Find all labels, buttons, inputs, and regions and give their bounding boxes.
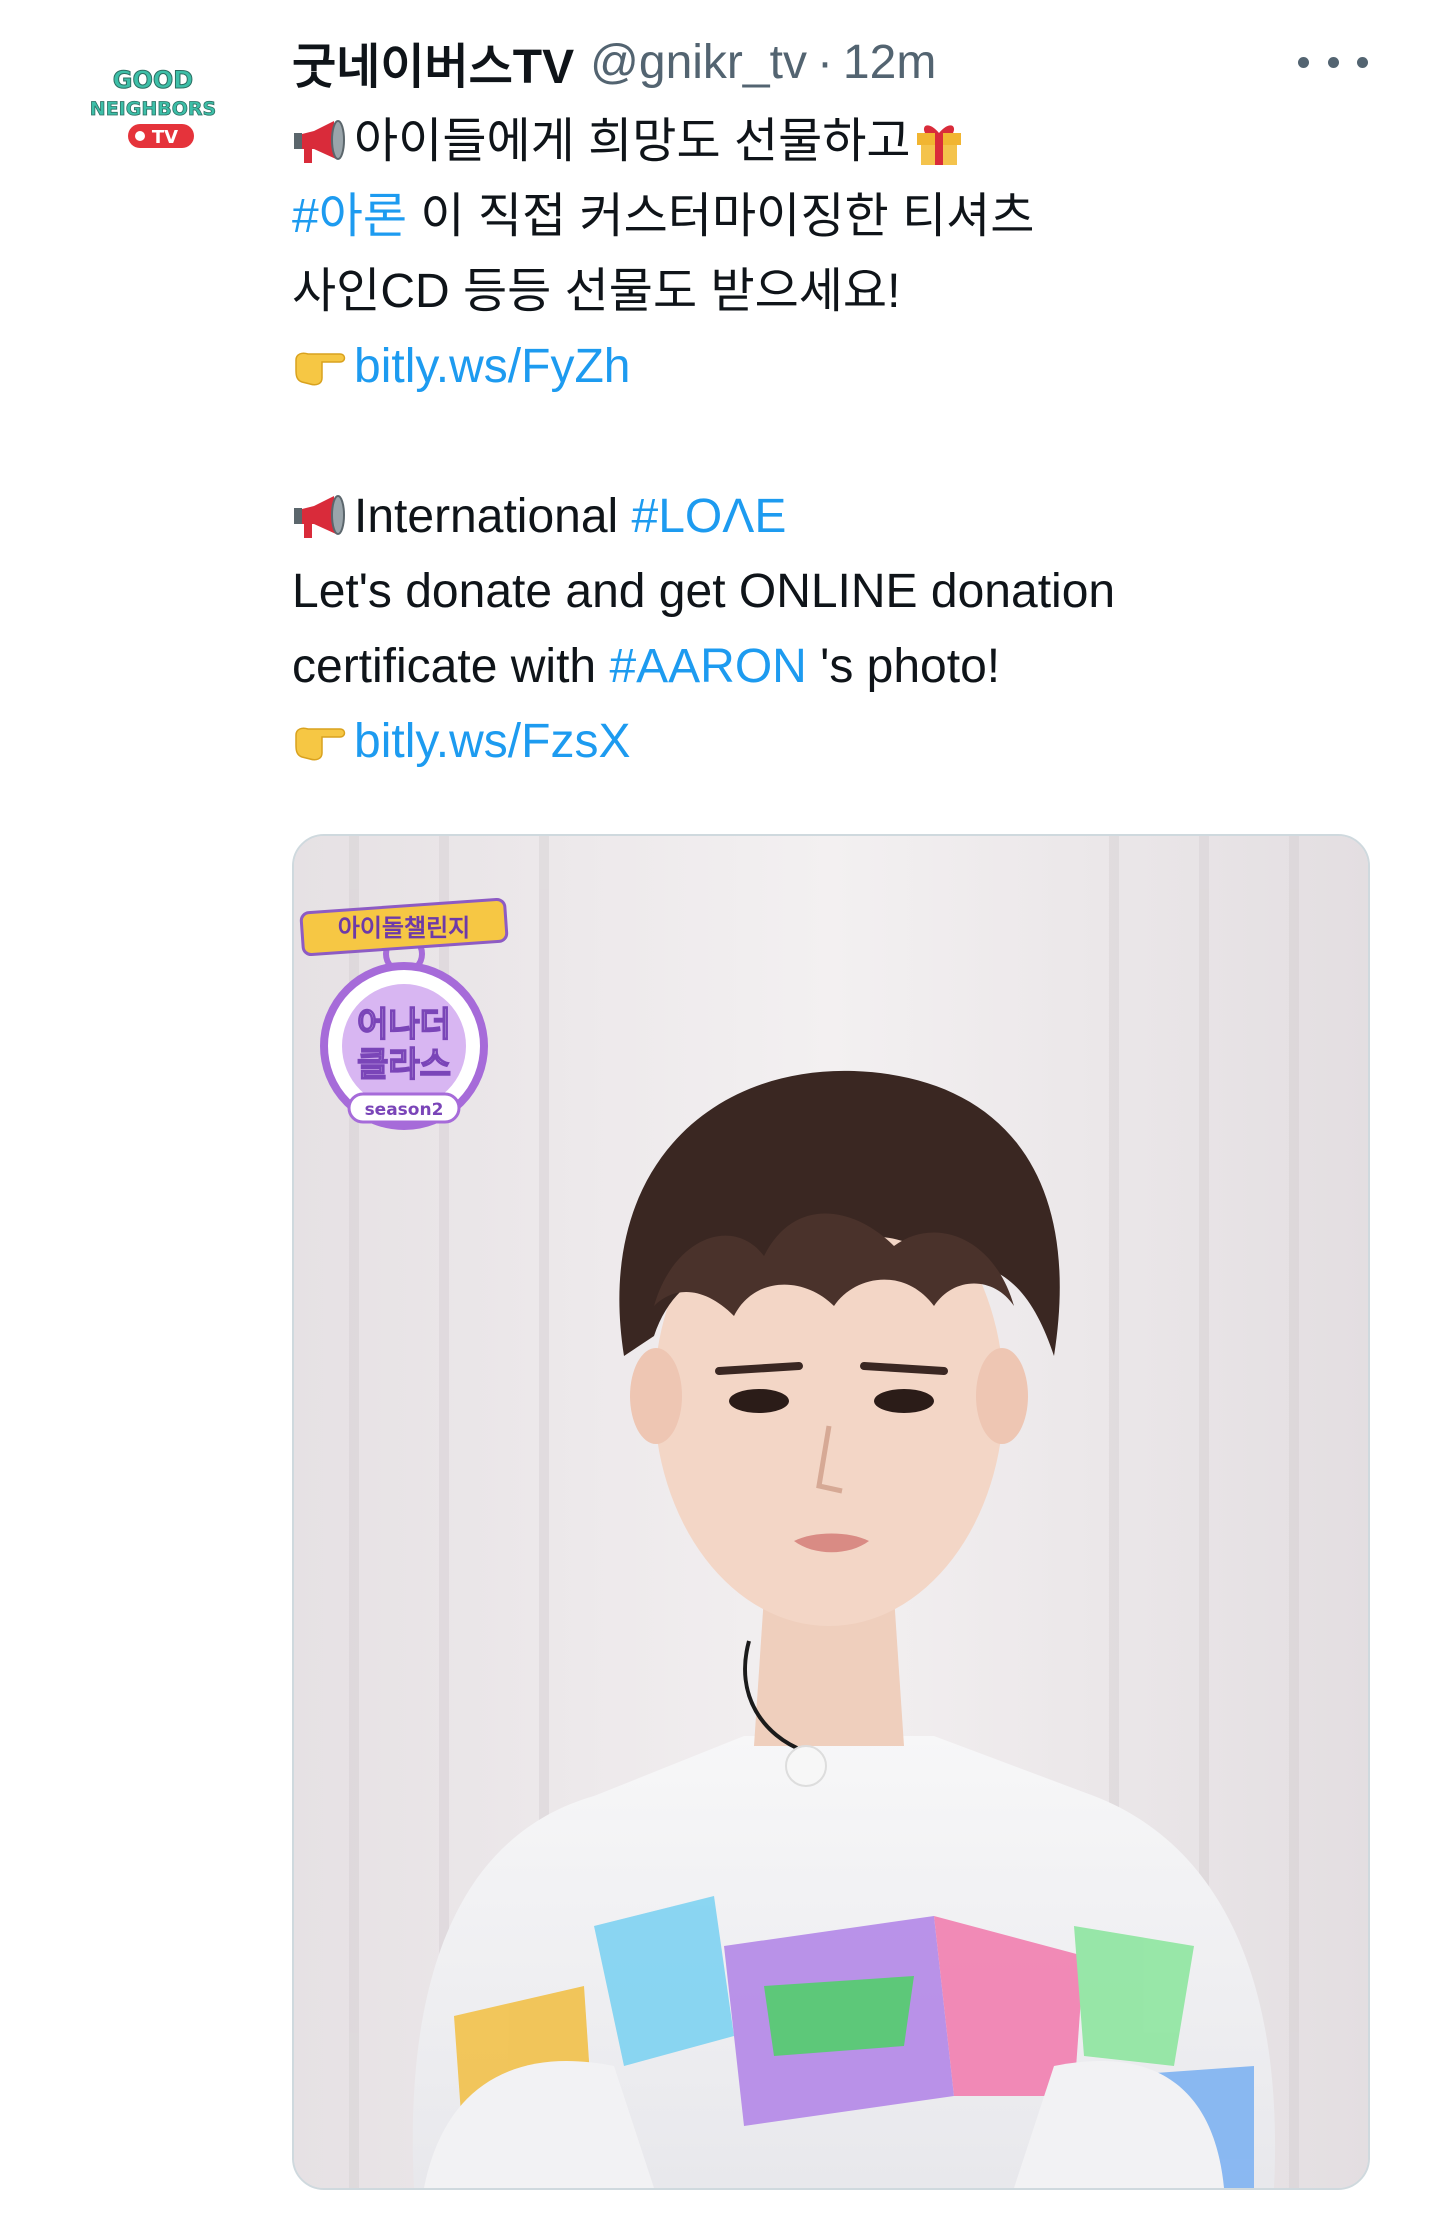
more-dot [1357, 56, 1368, 68]
hashtag-link[interactable]: #LOΛE [632, 490, 787, 543]
pointing-right-icon [292, 342, 348, 390]
timestamp[interactable]: 12m [843, 35, 936, 90]
badge-title-line2: 클라스 [357, 1045, 451, 1085]
tweet-line: Let's donate and get ONLINE donation [292, 565, 1116, 618]
tweet-line: #아론 이 직접 커스터마이징한 티셔츠 [292, 179, 1372, 254]
tweet-line: certificate with #AARON 's photo! [292, 629, 1372, 704]
korean-line2: 이 직접 커스터마이징한 티셔츠 [407, 190, 1035, 243]
tweet-line: bitly.ws/FyZh [292, 329, 1372, 404]
avatar[interactable]: GOOD NEIGHBORS TV [58, 18, 248, 208]
megaphone-icon [292, 117, 348, 165]
tweet[interactable]: GOOD NEIGHBORS TV 굿네이버스TV @gnikr_tv · 12… [0, 0, 1440, 2220]
tweet-line: 아이들에게 희망도 선물하고 [292, 104, 1372, 179]
display-name[interactable]: 굿네이버스TV [292, 27, 574, 97]
english-line1: International [354, 490, 632, 543]
tweet-photo[interactable]: 아이돌챌린지 어나더 클라스 season2 [292, 834, 1370, 2190]
short-link[interactable]: bitly.ws/FyZh [354, 340, 630, 393]
photo-illustration: 아이돌챌린지 어나더 클라스 season2 [294, 836, 1368, 2188]
user-handle[interactable]: @gnikr_tv [590, 35, 807, 90]
more-options-button[interactable] [1298, 42, 1368, 82]
good-neighbors-logo-icon: GOOD NEIGHBORS TV [59, 19, 247, 207]
pointing-right-icon [292, 717, 348, 765]
short-link[interactable]: bitly.ws/FzsX [354, 715, 630, 768]
hashtag-link[interactable]: #AARON [609, 640, 806, 693]
logo-tv: TV [152, 127, 178, 148]
megaphone-icon [292, 492, 348, 540]
logo-line2: NEIGHBORS [90, 98, 216, 120]
korean-line1: 아이들에게 희망도 선물하고 [354, 115, 911, 168]
tweet-line: International #LOΛE [292, 479, 1372, 554]
english-line3-tail: 's photo! [806, 640, 1001, 693]
badge-title-line1: 어나더 [357, 1005, 451, 1045]
hashtag-link[interactable]: #아론 [292, 190, 407, 243]
english-line3: certificate with [292, 640, 610, 693]
badge-top-label: 아이돌챌린지 [338, 914, 470, 942]
logo-line1: GOOD [113, 66, 193, 94]
gift-icon [911, 117, 967, 165]
tweet-text: 아이들에게 희망도 선물하고 #아론 이 직접 커스터마이징한 티셔츠 사인CD… [292, 104, 1372, 779]
separator-dot: · [816, 35, 833, 89]
tweet-header: 굿네이버스TV @gnikr_tv · 12m [292, 27, 936, 97]
badge-season: season2 [365, 1100, 444, 1120]
more-dot [1327, 56, 1339, 68]
more-horizontal-icon [1298, 56, 1309, 68]
tweet-line: bitly.ws/FzsX [292, 704, 1372, 779]
tweet-line: 사인CD 등등 선물도 받으세요! [292, 265, 901, 318]
